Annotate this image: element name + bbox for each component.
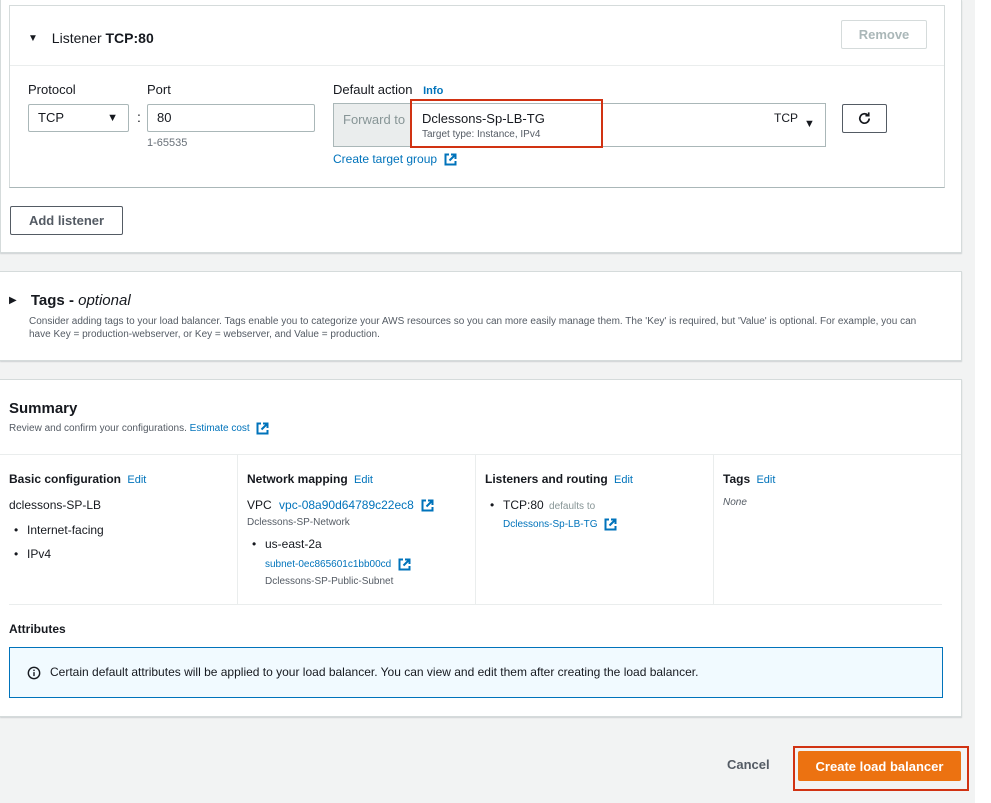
listeners-routing-column: Listeners and routing Edit TCP:80 defaul… <box>485 455 714 605</box>
remove-listener-button[interactable]: Remove <box>841 20 927 49</box>
subnet-name: Dclessons-SP-Public-Subnet <box>265 576 394 587</box>
tags-header[interactable]: ▶ Tags - optional <box>9 292 131 309</box>
network-mapping-heading: Network mapping Edit <box>247 472 373 486</box>
listener-summary: TCP:80 defaults to <box>490 498 596 512</box>
default-action-info-link[interactable]: Info <box>423 85 443 97</box>
load-balancer-name: dclessons-SP-LB <box>9 498 102 512</box>
estimate-cost-text: Estimate cost <box>189 423 250 435</box>
summary-description: Review and confirm your configurations. … <box>9 422 269 435</box>
listener-title[interactable]: ▼ Listener TCP:80 <box>28 30 154 46</box>
port-range-hint: 1-65535 <box>147 137 188 149</box>
dropdown-arrow-icon: ▼ <box>804 118 815 130</box>
external-link-icon <box>421 499 434 512</box>
tags-title: Tags - <box>30 292 74 309</box>
vpc-id-link[interactable]: vpc-08a90d64789c22ec8 <box>279 498 434 512</box>
defaults-to-text: defaults to <box>549 501 596 512</box>
cancel-button[interactable]: Cancel <box>727 757 770 772</box>
vpc-id: vpc-08a90d64789c22ec8 <box>279 498 414 512</box>
attributes-info-alert: Certain default attributes will be appli… <box>9 647 943 698</box>
forward-to-label: Forward to <box>334 104 411 146</box>
listener-header[interactable]: ▼ Listener TCP:80 Remove <box>10 6 944 66</box>
target-group-protocol: TCP <box>774 111 798 125</box>
basic-configuration-title: Basic configuration <box>9 472 122 486</box>
network-mapping-column: Network mapping Edit VPC vpc-08a90d64789… <box>247 455 476 605</box>
tags-description: Consider adding tags to your load balanc… <box>29 316 917 340</box>
estimate-cost-link[interactable]: Estimate cost <box>189 422 270 435</box>
target-group-link[interactable]: Dclessons-Sp-LB-TG <box>503 518 617 531</box>
target-group-highlight <box>410 99 603 148</box>
tags-panel: ▶ Tags - optional Consider adding tags t… <box>0 271 962 361</box>
tags-optional: optional <box>78 292 131 309</box>
vpc-name: Dclessons-SP-Network <box>247 517 350 528</box>
listeners-routing-heading: Listeners and routing Edit <box>485 472 633 486</box>
subnet-id: subnet-0ec865601c1bb00cd <box>265 559 392 571</box>
summary-title: Summary <box>9 400 78 417</box>
listener-title-prefix: Listener <box>51 30 102 46</box>
availability-zone: us-east-2a <box>252 537 322 551</box>
attributes-info-text: Certain default attributes will be appli… <box>50 665 699 679</box>
default-action-label: Default action Info <box>333 82 443 97</box>
summary-description-text: Review and confirm your configurations. <box>9 423 187 435</box>
edit-tags-link[interactable]: Edit <box>756 474 775 486</box>
protocol-port-separator: : <box>137 109 141 125</box>
port-input[interactable]: 80 <box>147 104 315 132</box>
info-icon <box>27 666 41 680</box>
attributes-divider <box>9 604 942 605</box>
subnet-id-link[interactable]: subnet-0ec865601c1bb00cd <box>265 558 411 571</box>
edit-basic-configuration-link[interactable]: Edit <box>127 474 146 486</box>
right-scroll-area <box>975 0 991 803</box>
external-link-icon <box>444 153 457 166</box>
tags-summary-title: Tags <box>723 472 751 486</box>
listeners-routing-title: Listeners and routing <box>485 472 608 486</box>
protocol-label: Protocol <box>28 82 76 97</box>
scheme-value: Internet-facing <box>14 523 104 537</box>
caret-down-icon[interactable]: ▼ <box>28 33 38 44</box>
target-group-link-text: Dclessons-Sp-LB-TG <box>503 519 598 531</box>
protocol-select-value: TCP <box>38 110 64 125</box>
external-link-icon <box>256 422 269 435</box>
protocol-select[interactable]: TCP ▼ <box>28 104 129 132</box>
listener-title-value: TCP:80 <box>105 30 154 46</box>
refresh-button[interactable] <box>842 104 887 133</box>
external-link-icon <box>398 558 411 571</box>
refresh-icon <box>859 112 871 124</box>
basic-configuration-heading: Basic configuration Edit <box>9 472 146 486</box>
listener-summary-value: TCP:80 <box>503 498 544 512</box>
edit-network-mapping-link[interactable]: Edit <box>354 474 373 486</box>
basic-configuration-column: Basic configuration Edit dclessons-SP-LB… <box>9 455 238 605</box>
dropdown-arrow-icon: ▼ <box>107 112 118 124</box>
port-label: Port <box>147 82 171 97</box>
add-listener-button[interactable]: Add listener <box>10 206 123 235</box>
attributes-title: Attributes <box>9 622 66 636</box>
summary-panel: Summary Review and confirm your configur… <box>0 379 962 717</box>
ip-address-type-value: IPv4 <box>14 547 51 561</box>
default-action-text: Default action <box>333 82 413 97</box>
caret-right-icon[interactable]: ▶ <box>9 295 17 306</box>
network-mapping-title: Network mapping <box>247 472 348 486</box>
vpc-label: VPC <box>247 498 272 512</box>
create-target-group-link[interactable]: Create target group <box>333 152 457 166</box>
tags-column: Tags Edit None <box>723 455 942 605</box>
create-target-group-text: Create target group <box>333 152 438 166</box>
tags-summary-value: None <box>723 497 747 508</box>
create-button-highlight <box>793 746 969 791</box>
external-link-icon <box>604 518 617 531</box>
vpc-row: VPC vpc-08a90d64789c22ec8 <box>247 498 434 512</box>
tags-summary-heading: Tags Edit <box>723 472 775 486</box>
edit-listeners-routing-link[interactable]: Edit <box>614 474 633 486</box>
listener-card: ▼ Listener TCP:80 Remove Protocol TCP ▼ … <box>9 5 945 188</box>
